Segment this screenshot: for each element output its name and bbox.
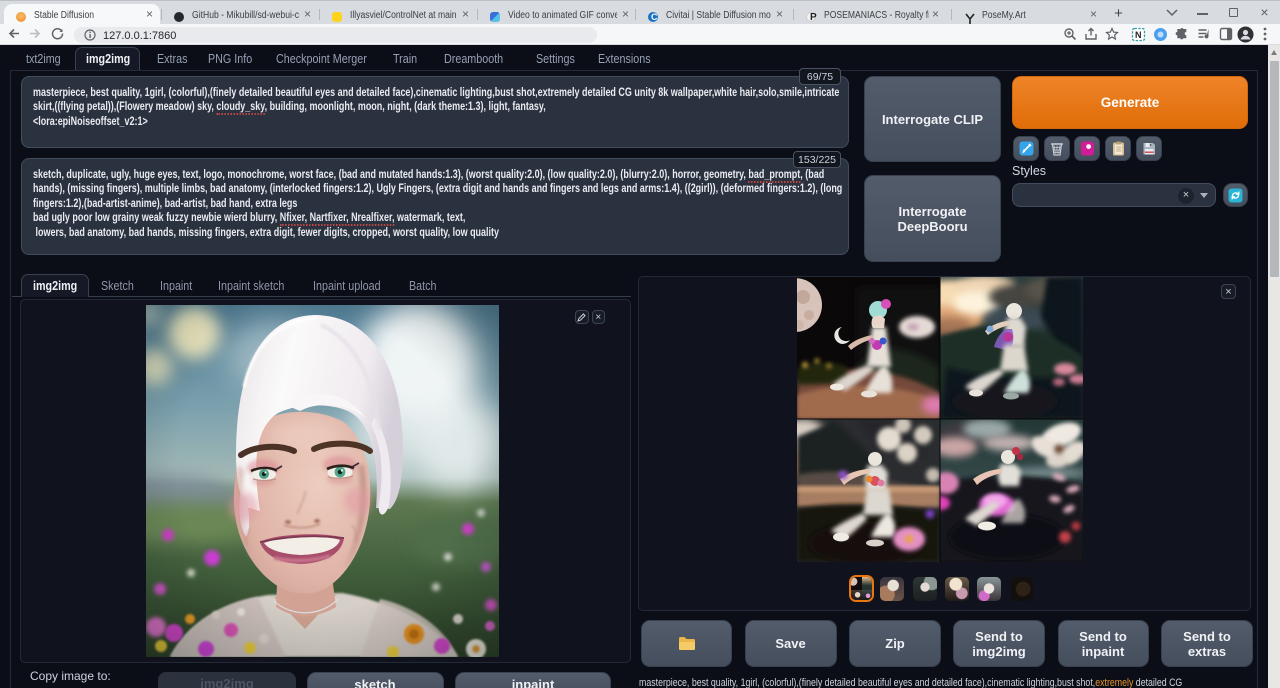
svg-text:N: N xyxy=(1135,30,1142,40)
